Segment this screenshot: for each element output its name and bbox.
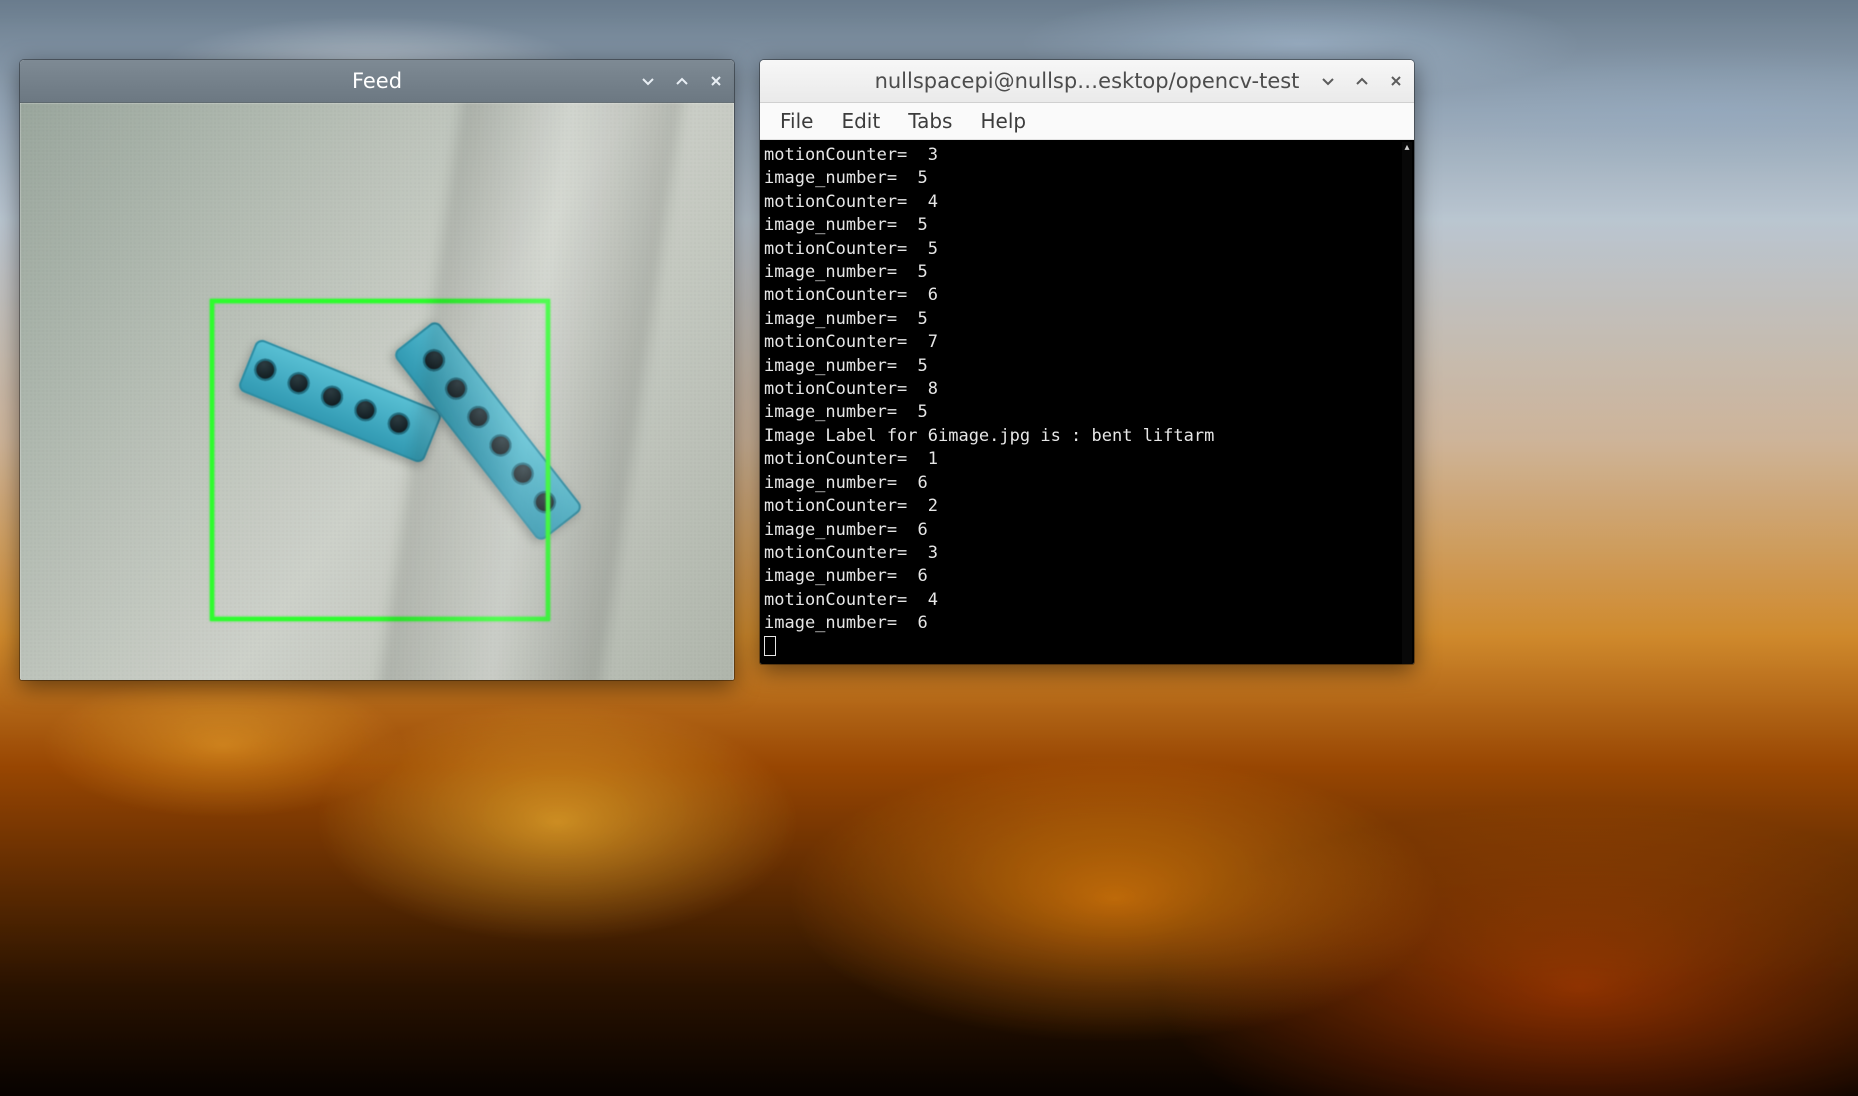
menu-edit[interactable]: Edit (829, 105, 892, 137)
terminal-line: image_number= 5 (764, 402, 928, 422)
terminal-line: image_number= 6 (764, 613, 928, 633)
terminal-line: image_number= 5 (764, 215, 928, 235)
minimize-icon[interactable] (1318, 71, 1338, 91)
terminal-line: motionCounter= 3 (764, 145, 938, 165)
menu-file[interactable]: File (768, 105, 825, 137)
terminal-line: motionCounter= 6 (764, 285, 938, 305)
menu-help[interactable]: Help (968, 105, 1038, 137)
terminal-line: motionCounter= 8 (764, 379, 938, 399)
terminal-window-title: nullspacepi@nullsp…esktop/opencv-test (875, 69, 1300, 93)
terminal-scrollbar[interactable]: ▴ (1402, 142, 1412, 664)
terminal-titlebar[interactable]: nullspacepi@nullsp…esktop/opencv-test (760, 60, 1414, 103)
terminal-line: motionCounter= 7 (764, 332, 938, 352)
terminal-line: motionCounter= 4 (764, 590, 938, 610)
terminal-line: motionCounter= 5 (764, 239, 938, 259)
feed-window: Feed (20, 60, 734, 680)
terminal-line: image_number= 6 (764, 566, 928, 586)
feed-window-title: Feed (352, 69, 402, 93)
terminal-line: image_number= 5 (764, 168, 928, 188)
scroll-up-icon[interactable]: ▴ (1402, 142, 1412, 152)
feed-titlebar[interactable]: Feed (20, 60, 734, 103)
terminal-cursor (764, 636, 776, 656)
terminal-line: Image Label for 6image.jpg is : bent lif… (764, 426, 1214, 446)
terminal-line: motionCounter= 2 (764, 496, 938, 516)
terminal-line: image_number= 5 (764, 262, 928, 282)
close-icon[interactable] (1386, 71, 1406, 91)
menu-tabs[interactable]: Tabs (896, 105, 964, 137)
terminal-line: image_number= 6 (764, 520, 928, 540)
close-icon[interactable] (706, 71, 726, 91)
terminal-line: motionCounter= 3 (764, 543, 938, 563)
minimize-icon[interactable] (638, 71, 658, 91)
terminal-menubar: File Edit Tabs Help (760, 103, 1414, 140)
camera-feed (20, 103, 734, 680)
terminal-viewport[interactable]: motionCounter= 3 image_number= 5 motionC… (760, 140, 1414, 664)
terminal-line: image_number= 5 (764, 309, 928, 329)
terminal-window-controls (1318, 60, 1406, 102)
terminal-window: nullspacepi@nullsp…esktop/opencv-test Fi… (760, 60, 1414, 664)
terminal-output[interactable]: motionCounter= 3 image_number= 5 motionC… (760, 140, 1400, 664)
feed-window-controls (638, 60, 726, 102)
terminal-line: image_number= 5 (764, 356, 928, 376)
terminal-line: image_number= 6 (764, 473, 928, 493)
maximize-icon[interactable] (1352, 71, 1372, 91)
detection-bounding-box (210, 299, 550, 621)
terminal-line: motionCounter= 1 (764, 449, 938, 469)
terminal-line: motionCounter= 4 (764, 192, 938, 212)
maximize-icon[interactable] (672, 71, 692, 91)
